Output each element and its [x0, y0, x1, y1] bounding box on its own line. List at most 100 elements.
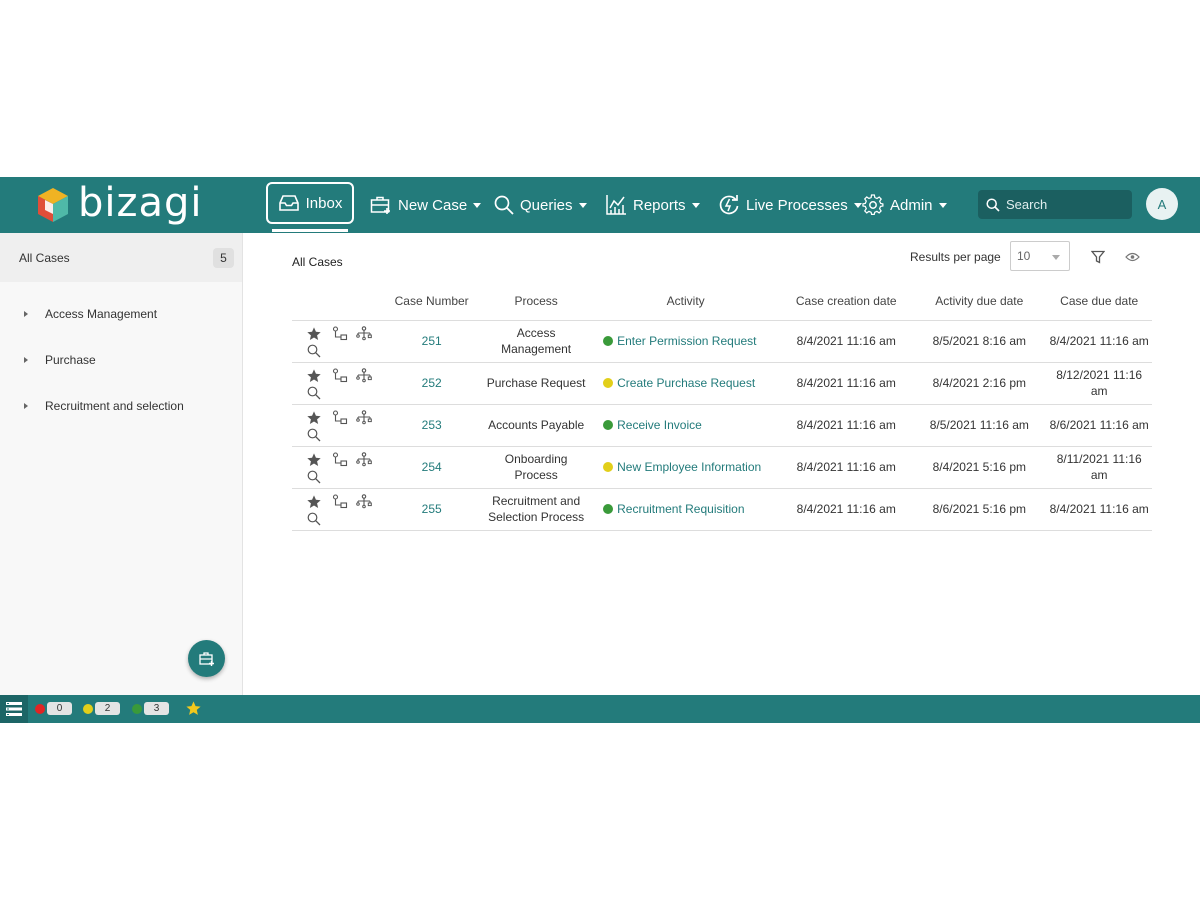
table-row[interactable]: 251 Access Management Enter Permission R…: [292, 320, 1152, 363]
activity-link[interactable]: Recruitment Requisition: [617, 502, 744, 516]
at-risk-cases-filter[interactable]: 2: [83, 702, 120, 715]
col-actions: [292, 282, 383, 321]
bizagi-logo[interactable]: bizagi: [36, 182, 203, 228]
new-case-fab[interactable]: [188, 640, 225, 677]
workflow-icon[interactable]: [332, 493, 348, 510]
process-map-icon[interactable]: [356, 325, 372, 342]
menu-list-icon[interactable]: [0, 695, 28, 723]
col-process[interactable]: Process: [481, 282, 592, 321]
activity-link[interactable]: New Employee Information: [617, 460, 761, 474]
nav-new-case-label: New Case: [398, 196, 468, 214]
nav-admin[interactable]: Admin: [862, 177, 947, 233]
magnifier-icon[interactable]: [307, 512, 321, 526]
sidebar-item-purchase[interactable]: Purchase: [0, 337, 242, 383]
table-row[interactable]: 253 Accounts Payable Receive Invoice 8/4…: [292, 404, 1152, 447]
star-icon[interactable]: [306, 452, 322, 468]
results-per-page-select[interactable]: 10: [1010, 241, 1070, 271]
overdue-cases-filter[interactable]: 0: [35, 702, 72, 715]
global-search[interactable]: [978, 190, 1132, 219]
activity-due-cell: 8/4/2021 2:16 pm: [912, 362, 1047, 405]
nav-new-case[interactable]: New Case: [370, 177, 482, 233]
filter-icon[interactable]: [1091, 250, 1105, 264]
sidebar-item-recruitment[interactable]: Recruitment and selection: [0, 383, 242, 429]
case-due-cell: 8/12/2021 11:16 am: [1046, 362, 1152, 405]
status-dot: [603, 420, 614, 430]
results-per-page-value: 10: [1017, 249, 1031, 263]
magnifier-icon[interactable]: [307, 470, 321, 484]
table-header-row: Case Number Process Activity Case creati…: [292, 282, 1152, 321]
case-due-cell: 8/6/2021 11:16 am: [1046, 404, 1152, 447]
col-activity-due-date[interactable]: Activity due date: [912, 282, 1047, 321]
activity-link[interactable]: Enter Permission Request: [617, 334, 756, 348]
magnifier-icon[interactable]: [307, 428, 321, 442]
nav-reports-label: Reports: [633, 196, 686, 214]
sidebar-item-label: Recruitment and selection: [45, 399, 184, 413]
col-case-due-date[interactable]: Case due date: [1046, 282, 1152, 321]
activity-due-cell: 8/5/2021 11:16 am: [912, 404, 1047, 447]
search-icon: [986, 197, 1000, 212]
sidebar-item-access-management[interactable]: Access Management: [0, 291, 242, 337]
magnifier-icon[interactable]: [307, 344, 321, 358]
favorites-star-icon[interactable]: [185, 700, 202, 717]
nav-queries-label: Queries: [520, 196, 573, 214]
case-number-link[interactable]: 254: [382, 446, 482, 489]
col-case-creation-date[interactable]: Case creation date: [780, 282, 913, 321]
chevron-down-icon: [578, 202, 587, 208]
cases-table: Case Number Process Activity Case creati…: [292, 282, 1152, 531]
bizagi-logo-icon: [38, 188, 68, 222]
nav-admin-label: Admin: [890, 196, 933, 214]
logo-text: bizagi: [78, 180, 203, 226]
search-input[interactable]: [1006, 197, 1116, 212]
case-number-link[interactable]: 253: [382, 404, 482, 447]
star-icon[interactable]: [306, 494, 322, 510]
activity-due-cell: 8/6/2021 5:16 pm: [912, 488, 1047, 531]
col-activity[interactable]: Activity: [591, 282, 781, 321]
table-row[interactable]: 254 Onboarding Process New Employee Info…: [292, 446, 1152, 489]
at-risk-count: 2: [95, 702, 120, 715]
table-row[interactable]: 252 Purchase Request Create Purchase Req…: [292, 362, 1152, 405]
process-map-icon[interactable]: [356, 451, 372, 468]
case-due-cell: 8/11/2021 11:16 am: [1046, 446, 1152, 489]
new-case-icon: [198, 651, 214, 666]
process-map-icon[interactable]: [356, 409, 372, 426]
caret-right-icon: [24, 403, 28, 409]
nav-queries[interactable]: Queries: [494, 177, 587, 233]
case-number-link[interactable]: 251: [382, 320, 482, 363]
magnifier-icon[interactable]: [307, 386, 321, 400]
star-icon[interactable]: [306, 410, 322, 426]
process-cell: Access Management: [481, 320, 592, 363]
workflow-icon[interactable]: [332, 451, 348, 468]
workflow-icon[interactable]: [332, 367, 348, 384]
sidebar-all-cases-label: All Cases: [19, 250, 70, 265]
eye-icon[interactable]: [1125, 252, 1140, 262]
results-per-page-label: Results per page: [910, 250, 1001, 264]
table-row[interactable]: 255 Recruitment and Selection Process Re…: [292, 488, 1152, 531]
sidebar-all-cases[interactable]: All Cases 5: [0, 233, 242, 282]
activity-link[interactable]: Create Purchase Request: [617, 376, 755, 390]
user-avatar[interactable]: A: [1146, 188, 1178, 220]
on-time-cases-filter[interactable]: 3: [132, 702, 169, 715]
inbox-icon: [278, 195, 299, 211]
caret-right-icon: [24, 311, 28, 317]
workflow-icon[interactable]: [332, 409, 348, 426]
nav-inbox[interactable]: Inbox: [266, 182, 354, 232]
red-status-dot: [35, 703, 45, 714]
col-case-number[interactable]: Case Number: [382, 282, 482, 321]
chevron-down-icon: [691, 202, 700, 208]
star-icon[interactable]: [306, 326, 322, 342]
chevron-down-icon: [1052, 255, 1060, 260]
status-footer: 0 2 3: [0, 695, 1200, 723]
status-dot: [603, 504, 614, 514]
case-number-link[interactable]: 252: [382, 362, 482, 405]
process-cell: Purchase Request: [481, 362, 592, 405]
process-map-icon[interactable]: [356, 493, 372, 510]
nav-live-processes[interactable]: Live Processes: [718, 177, 862, 233]
case-number-link[interactable]: 255: [382, 488, 482, 531]
star-icon[interactable]: [306, 368, 322, 384]
activity-link[interactable]: Receive Invoice: [617, 418, 702, 432]
process-map-icon[interactable]: [356, 367, 372, 384]
activity-cell: New Employee Information: [591, 446, 781, 489]
nav-reports[interactable]: Reports: [605, 177, 700, 233]
process-cell: Recruitment and Selection Process: [481, 488, 592, 531]
workflow-icon[interactable]: [332, 325, 348, 342]
